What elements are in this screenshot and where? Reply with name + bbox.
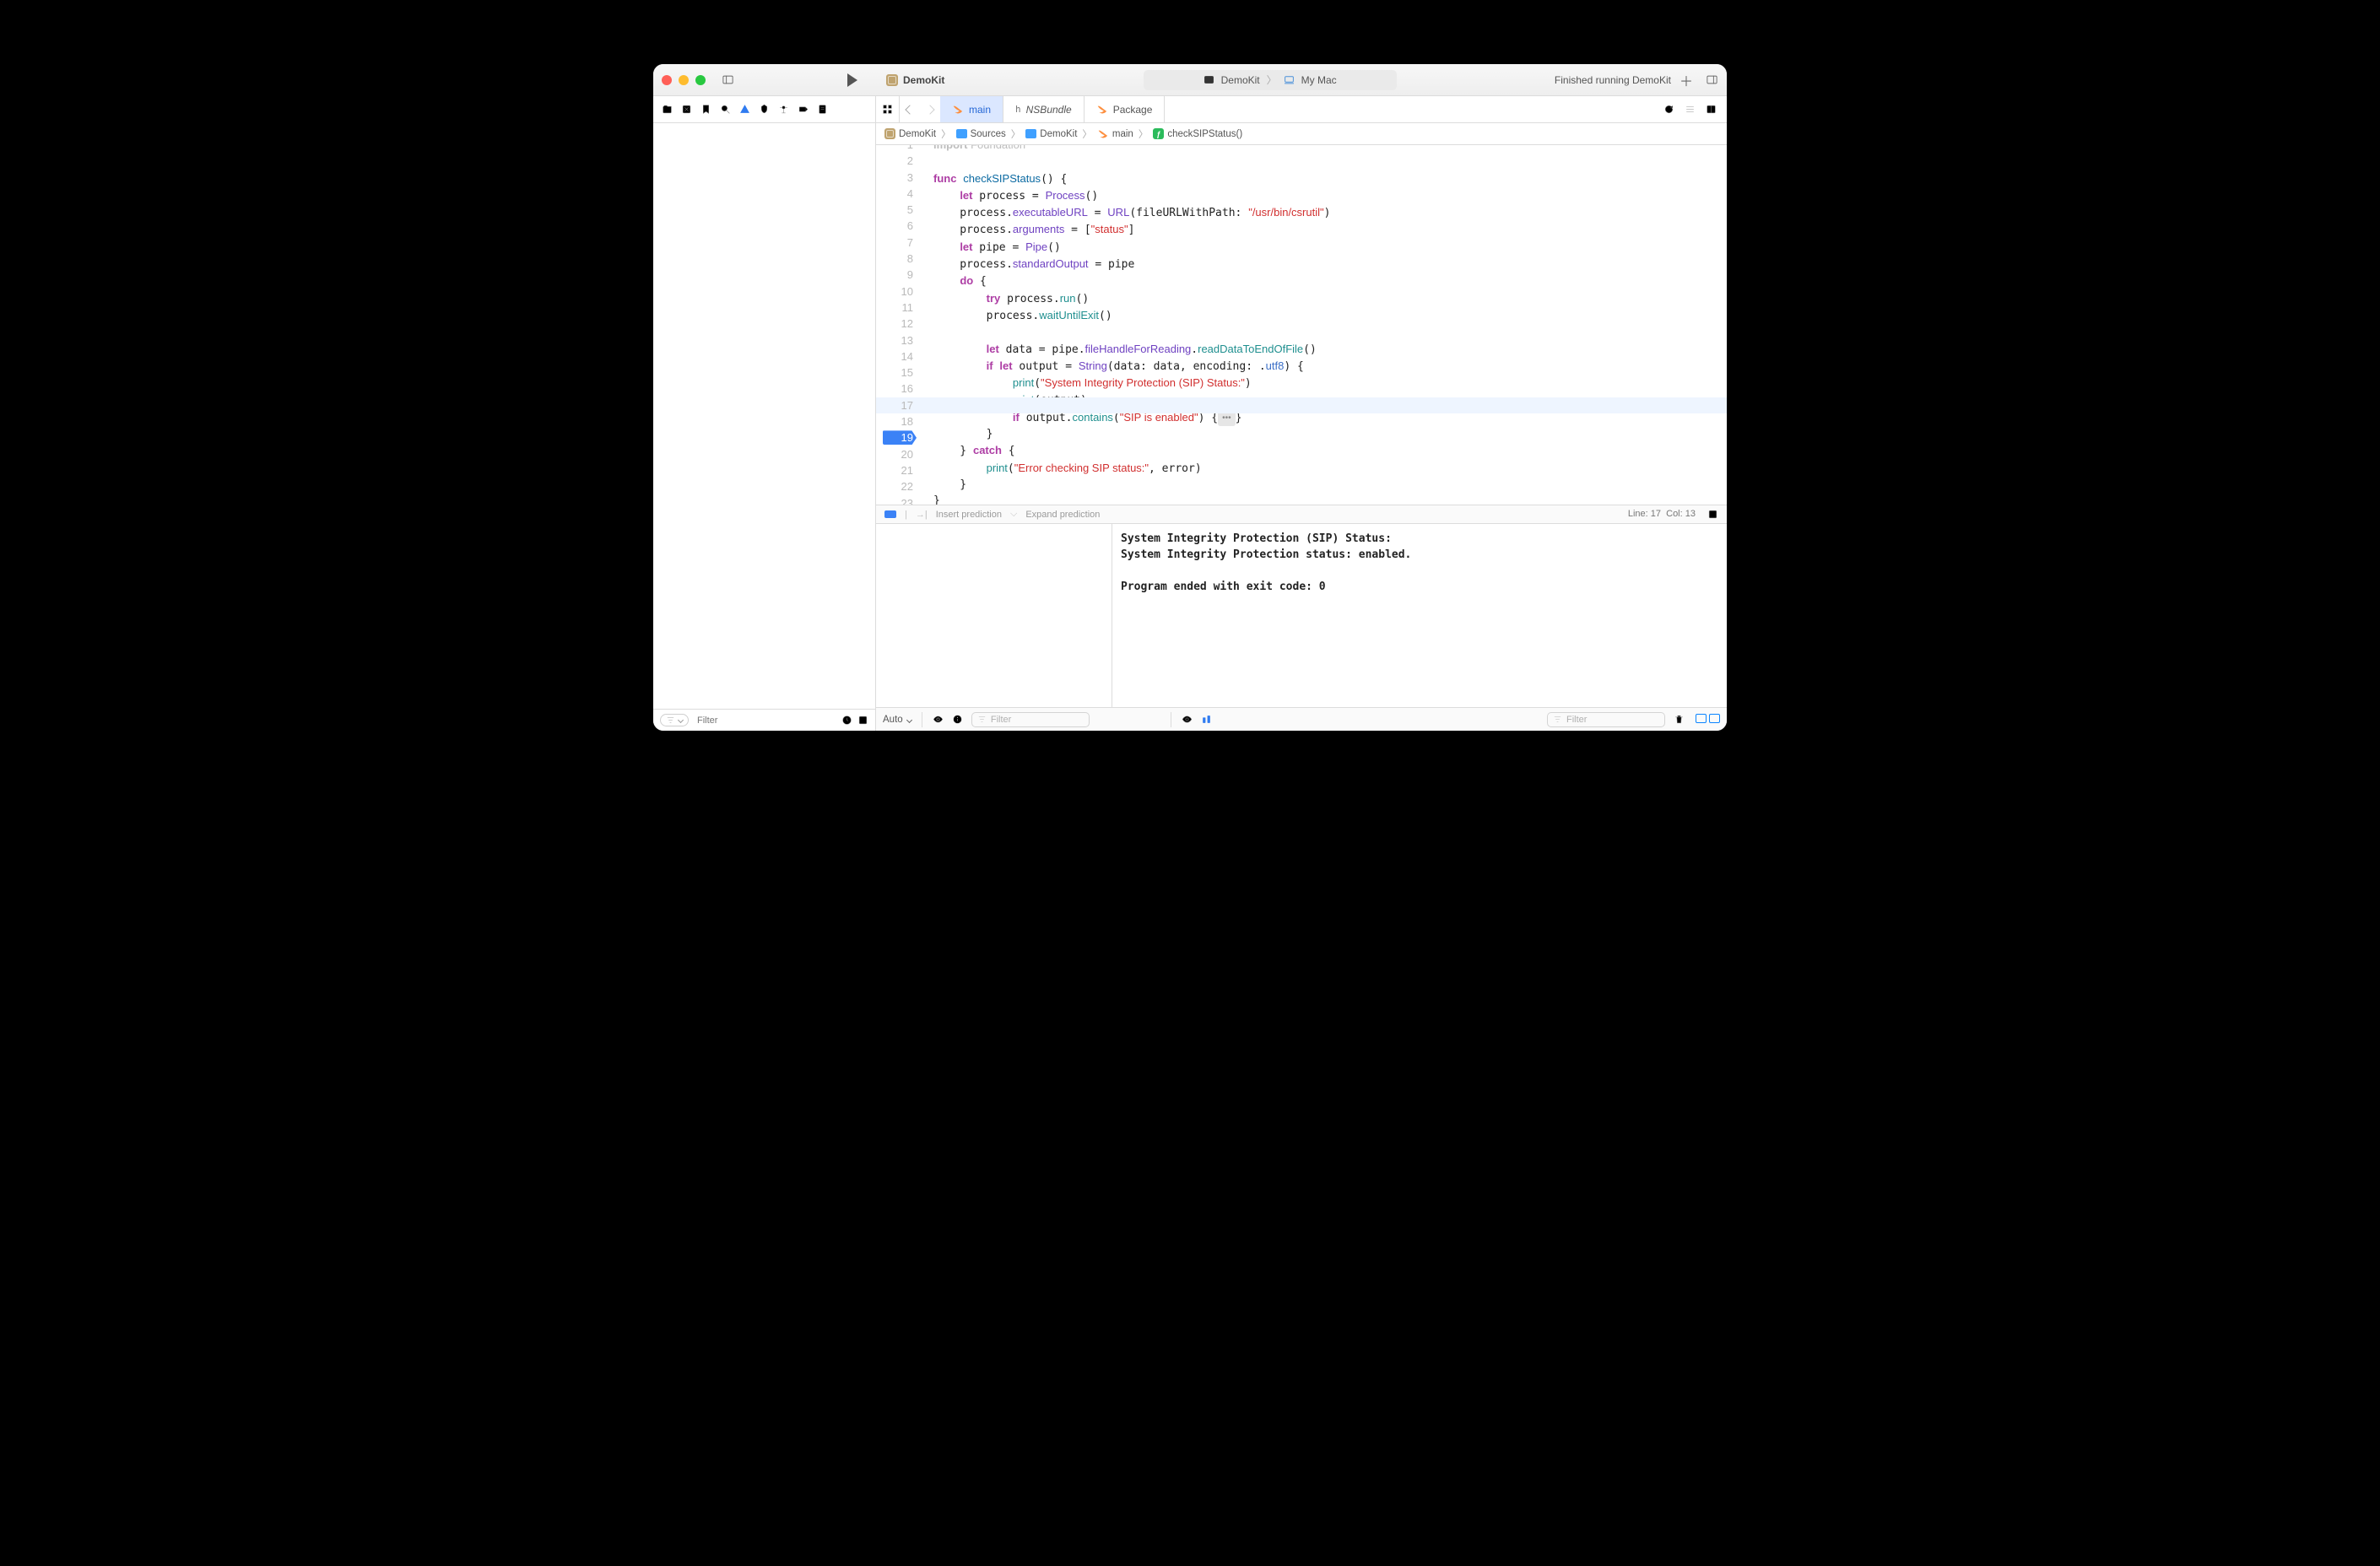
debug-area: System Integrity Protection (SIP) Status…: [876, 523, 1727, 707]
navigator-panel: [653, 123, 876, 731]
folder-icon: [1025, 129, 1036, 138]
editor-tabs: main h NSBundle Package: [876, 96, 1165, 122]
scm-filter-icon[interactable]: [857, 715, 868, 726]
swift-file-icon: [952, 104, 964, 116]
toggle-navigator-button[interactable]: [721, 73, 734, 87]
tab-label: Package: [1113, 104, 1153, 116]
jump-bar[interactable]: DemoKit〉 Sources〉 DemoKit〉 main〉 ƒ check…: [876, 123, 1727, 145]
debug-navigator-icon[interactable]: [778, 104, 789, 115]
source-control-navigator-icon[interactable]: [681, 104, 692, 115]
swift-file-icon: [1096, 104, 1108, 116]
tab-label: NSBundle: [1026, 104, 1072, 116]
console-filter[interactable]: Filter: [1547, 712, 1665, 727]
tab-label: main: [969, 104, 991, 116]
toggle-inspector-button[interactable]: [1705, 73, 1718, 87]
folder-icon: [956, 129, 967, 138]
titlebar: DemoKit DemoKit 〉 My Mac Finished runnin…: [653, 64, 1727, 96]
folder-navigator-icon[interactable]: [662, 104, 673, 115]
crumb-2[interactable]: DemoKit: [1040, 129, 1077, 139]
code-editor[interactable]: 1234567891011121314151617181920212223 im…: [876, 145, 1727, 505]
project-icon: [886, 74, 898, 86]
prediction-indicator-icon: [884, 510, 896, 518]
function-icon: ƒ: [1153, 128, 1164, 139]
insert-prediction-label: Insert prediction: [936, 510, 1002, 520]
library-button[interactable]: ＋: [1680, 70, 1693, 90]
adjust-editor-icon[interactable]: [1685, 104, 1696, 115]
nav-forward-button[interactable]: [920, 96, 940, 122]
scheme-target: DemoKit: [1221, 74, 1260, 86]
swift-file-icon: [1097, 128, 1109, 140]
refresh-icon[interactable]: [1663, 104, 1674, 115]
run-button[interactable]: [844, 73, 857, 87]
recent-files-icon[interactable]: [841, 715, 852, 726]
project-title: DemoKit: [903, 74, 944, 86]
variables-filter[interactable]: Filter: [971, 712, 1090, 727]
crumb-3[interactable]: main: [1112, 129, 1133, 139]
navigator-filter-input[interactable]: [695, 715, 835, 726]
minimize-button[interactable]: [679, 75, 689, 85]
toolbar: main h NSBundle Package: [653, 96, 1727, 123]
mac-icon: [1284, 74, 1295, 85]
project-icon: [884, 128, 895, 139]
crumb-4[interactable]: checkSIPStatus(): [1167, 129, 1242, 139]
scheme-selector[interactable]: DemoKit 〉 My Mac: [993, 70, 1546, 90]
debug-toolbar: Auto Filter Filter: [876, 707, 1727, 731]
console-eye-icon[interactable]: [1182, 714, 1193, 725]
tab-package[interactable]: Package: [1085, 96, 1166, 122]
add-editor-icon[interactable]: [1706, 104, 1717, 115]
header-file-icon: h: [1015, 104, 1021, 115]
traffic-lights: [662, 75, 706, 85]
navigator-filter-bar: [653, 709, 875, 731]
scheme-destination: My Mac: [1301, 74, 1337, 86]
expand-prediction-label: Expand prediction: [1025, 510, 1100, 520]
crumb-0[interactable]: DemoKit: [899, 129, 936, 139]
debug-pane-toggle[interactable]: [1693, 714, 1720, 726]
minimap-toggle-icon[interactable]: [1707, 509, 1718, 520]
activity-status: Finished running DemoKit: [1555, 74, 1671, 86]
test-navigator-icon[interactable]: [759, 104, 770, 115]
issue-navigator-icon[interactable]: [739, 104, 750, 115]
breakpoint-navigator-icon[interactable]: [798, 104, 809, 115]
info-icon[interactable]: [952, 714, 963, 725]
filter-scope-button[interactable]: [660, 714, 689, 726]
related-items-button[interactable]: [876, 96, 900, 122]
quicklook-icon[interactable]: [933, 714, 944, 725]
variables-view[interactable]: [876, 524, 1112, 707]
tab-main[interactable]: main: [940, 96, 1003, 122]
variables-scope-button[interactable]: Auto: [883, 715, 911, 725]
tab-nsbundle[interactable]: h NSBundle: [1003, 96, 1085, 122]
scheme-chevron-icon: 〉: [1267, 73, 1277, 87]
console-output[interactable]: System Integrity Protection (SIP) Status…: [1112, 524, 1727, 707]
debug-memory-icon[interactable]: [1201, 714, 1212, 725]
clear-console-button[interactable]: [1674, 714, 1685, 725]
nav-back-button[interactable]: [900, 96, 920, 122]
crumb-1[interactable]: Sources: [971, 129, 1006, 139]
zoom-button[interactable]: [695, 75, 706, 85]
terminal-icon: [1204, 74, 1214, 85]
bookmark-navigator-icon[interactable]: [700, 104, 711, 115]
navigator-selector: [653, 96, 876, 122]
editor-status-bar: | →| Insert prediction ⌵ Expand predicti…: [876, 505, 1727, 523]
report-navigator-icon[interactable]: [817, 104, 828, 115]
close-button[interactable]: [662, 75, 672, 85]
find-navigator-icon[interactable]: [720, 104, 731, 115]
xcode-window: DemoKit DemoKit 〉 My Mac Finished runnin…: [653, 64, 1727, 731]
